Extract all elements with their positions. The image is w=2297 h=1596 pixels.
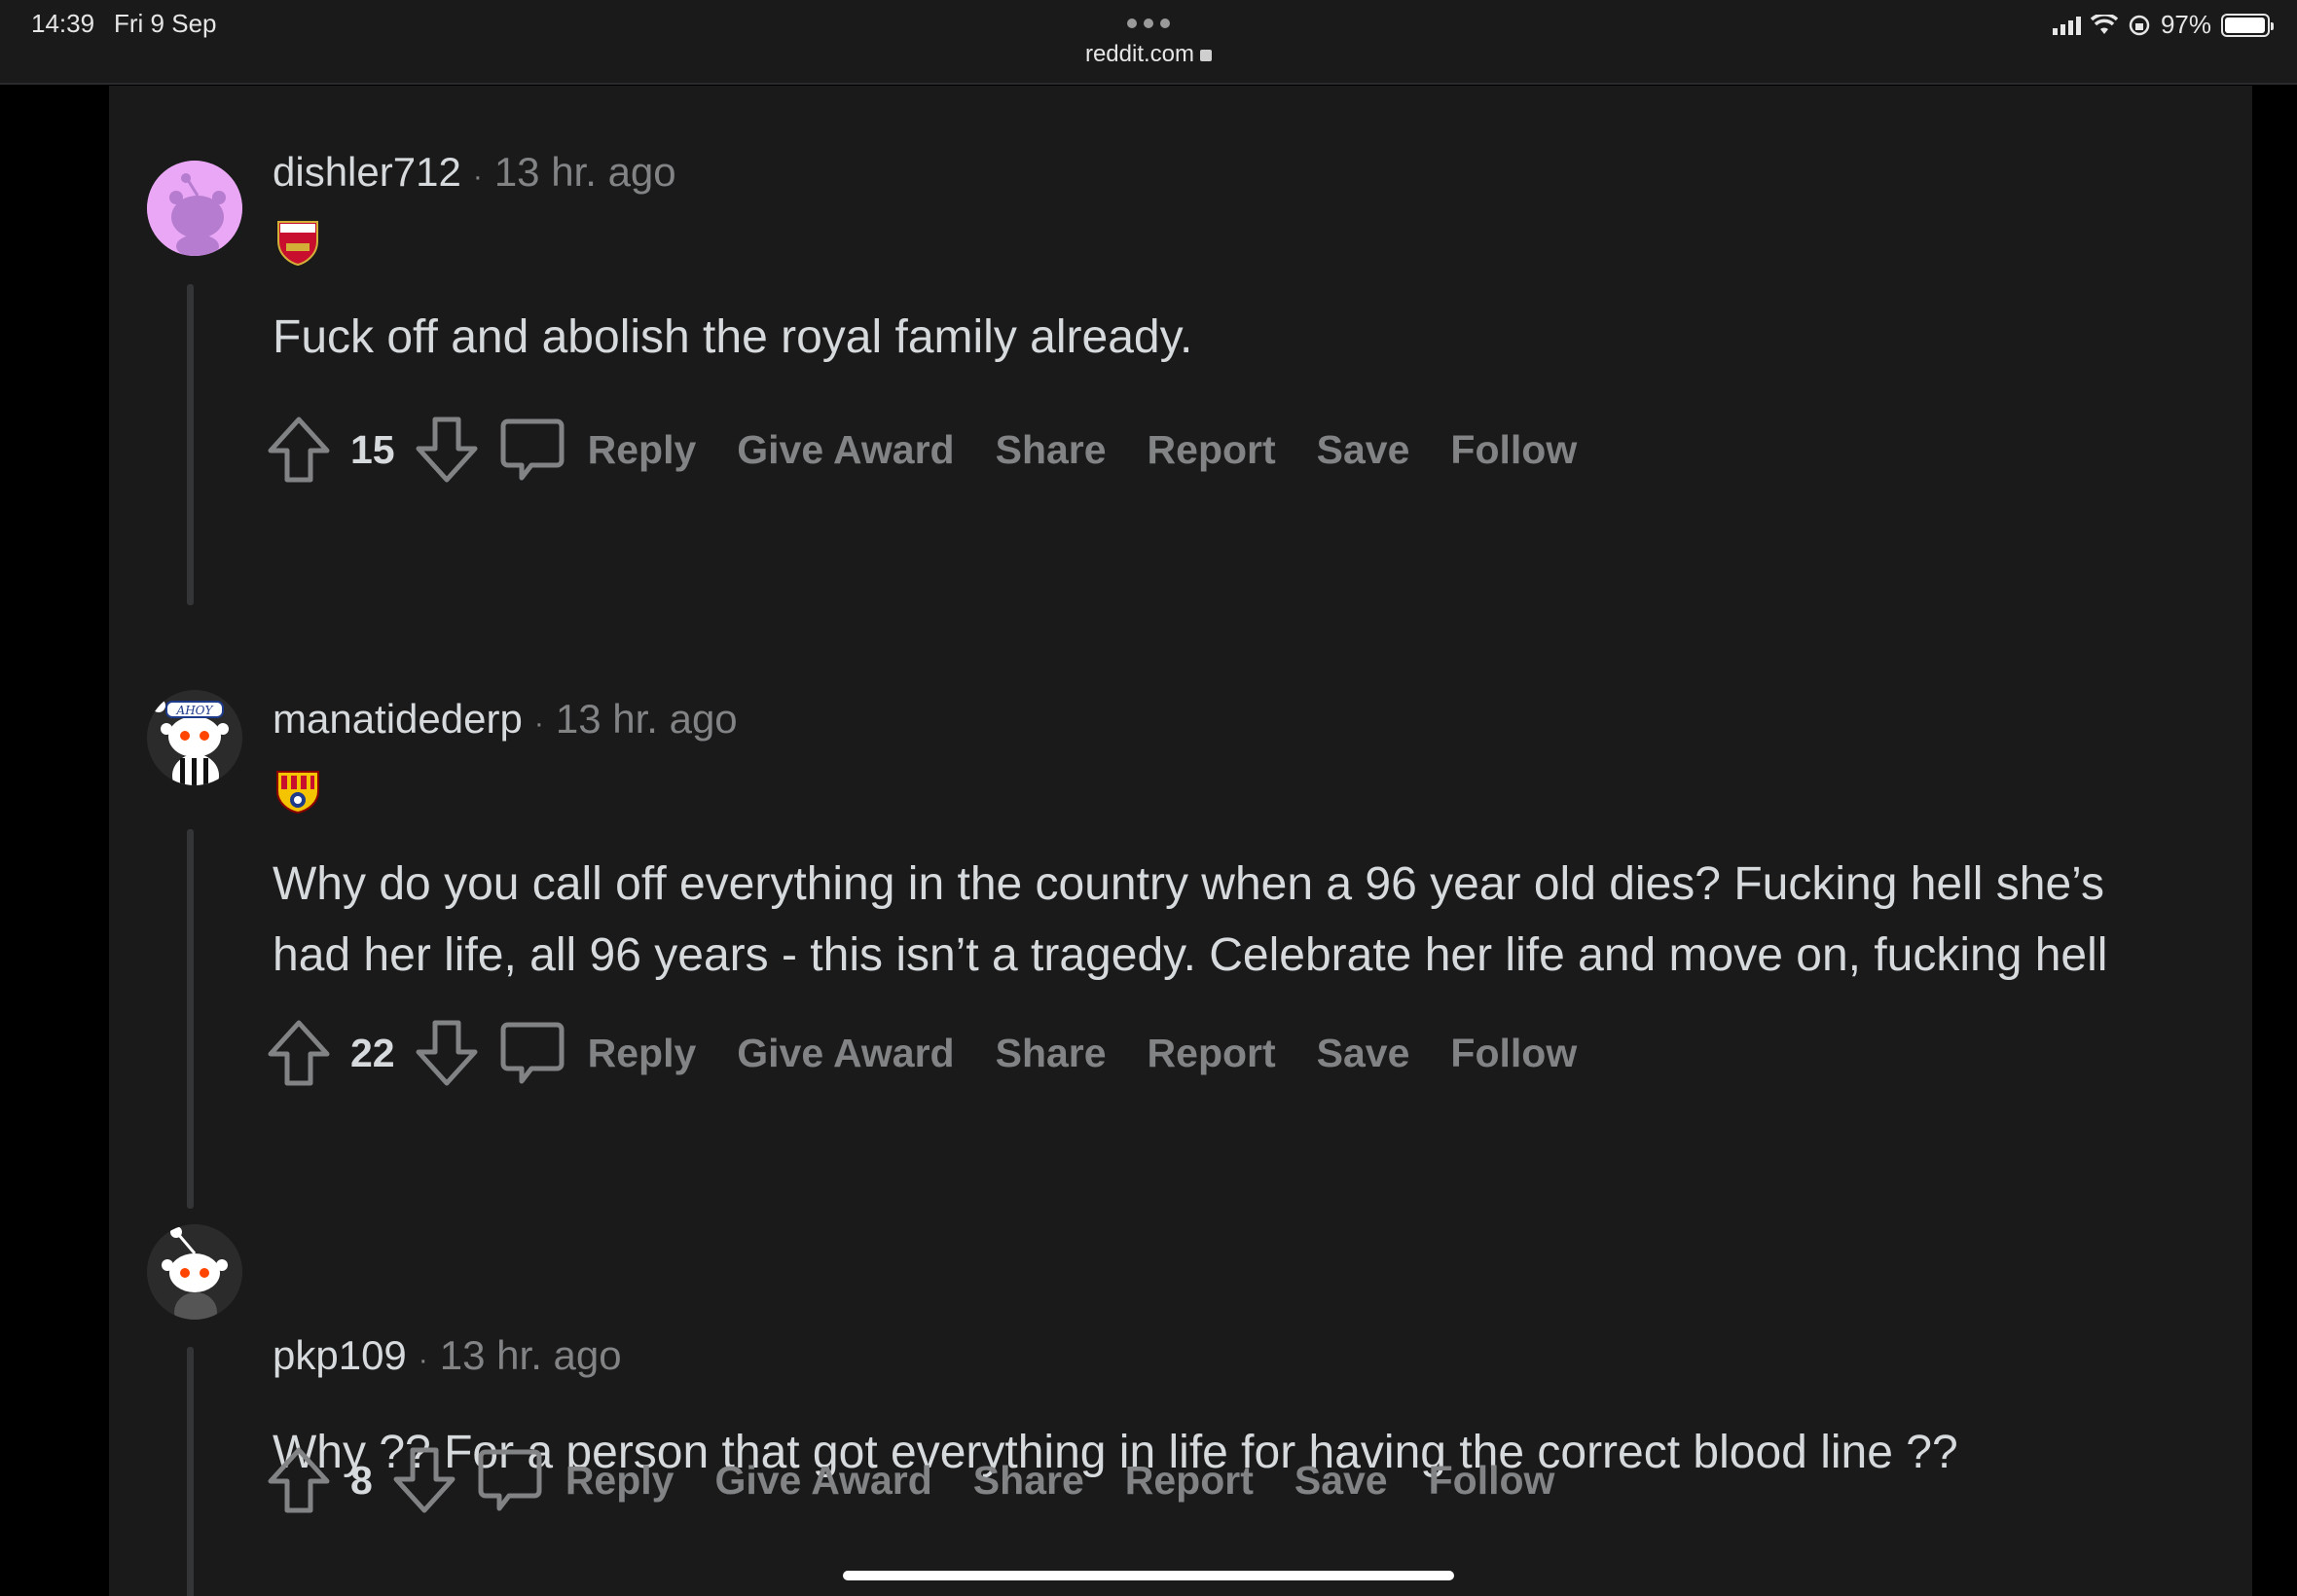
report-button[interactable]: Report [1148,427,1276,473]
cellular-signal-icon [2052,16,2081,35]
upvote-icon[interactable] [267,416,331,484]
comment-actions: 15 Reply Give Award Share Report Save Fo… [267,416,1577,484]
avatar-hat-text: AHOY [176,704,214,717]
separator: · [472,161,483,193]
save-button[interactable]: Save [1317,1031,1410,1076]
comment-header: manatidederp · 13 hr. ago [273,696,738,743]
give-award-button[interactable]: Give Award [737,1031,954,1076]
snoo-avatar-icon[interactable] [147,161,242,256]
comment-bubble-icon[interactable] [500,1019,565,1087]
comments-panel: dishler712 · 13 hr. ago Fuck off and abo… [109,86,2252,1596]
arsenal-badge-icon [273,216,323,267]
lock-icon [1200,50,1213,61]
comment-time[interactable]: 13 hr. ago [494,149,676,196]
barcelona-sc-badge-icon [273,764,323,815]
comment-header: pkp109 · 13 hr. ago [273,1332,622,1379]
separator: · [418,1344,428,1376]
reply-button[interactable]: Reply [588,1031,697,1076]
snoo-avatar-icon[interactable] [147,1224,242,1320]
vote-count: 22 [350,1030,395,1075]
give-award-button[interactable]: Give Award [714,1458,931,1504]
url-text: reddit.com [1084,41,1195,67]
share-button[interactable]: Share [996,1031,1107,1076]
status-bar: 14:39 Fri 9 Sep reddit.com 97% [0,0,2297,85]
upvote-icon[interactable] [267,1019,331,1087]
thread-line[interactable] [187,284,194,605]
status-time: 14:39 [31,9,95,38]
downvote-icon[interactable] [415,416,479,484]
downvote-icon[interactable] [392,1446,456,1514]
save-button[interactable]: Save [1294,1458,1388,1504]
report-button[interactable]: Report [1148,1031,1276,1076]
comment-body: Fuck off and abolish the royal family al… [273,311,1193,363]
comment-body: Why do you call off everything in the co… [273,858,2108,981]
battery-icon [2221,13,2274,37]
share-button[interactable]: Share [996,427,1107,473]
vote-count: 15 [350,426,395,472]
report-button[interactable]: Report [1125,1458,1254,1504]
comment-actions: 8 Reply Give Award Share Report Save Fol… [267,1446,1554,1514]
save-button[interactable]: Save [1317,427,1410,473]
snoo-sailor-avatar-icon[interactable]: AHOY [147,690,242,785]
comment-bubble-icon[interactable] [478,1446,542,1514]
comment-actions: 22 Reply Give Award Share Report Save Fo… [267,1019,1577,1087]
downvote-icon[interactable] [415,1019,479,1087]
separator: · [533,707,544,740]
comment-time[interactable]: 13 hr. ago [556,696,738,743]
more-dots-icon[interactable] [1127,18,1170,28]
url-bar[interactable]: reddit.com [0,41,2297,68]
thread-line[interactable] [187,829,194,1209]
follow-button[interactable]: Follow [1450,1031,1577,1076]
thread-line[interactable] [187,1347,194,1596]
comment-header: dishler712 · 13 hr. ago [273,149,676,196]
share-button[interactable]: Share [973,1458,1084,1504]
comment-bubble-icon[interactable] [500,416,565,484]
give-award-button[interactable]: Give Award [737,427,954,473]
upvote-icon[interactable] [267,1446,331,1514]
author-name[interactable]: manatidederp [273,696,523,743]
wifi-icon [2090,14,2118,34]
home-indicator[interactable] [843,1571,1454,1580]
follow-button[interactable]: Follow [1429,1458,1555,1504]
follow-button[interactable]: Follow [1450,427,1577,473]
vote-count: 8 [350,1457,373,1503]
author-name[interactable]: dishler712 [273,149,461,196]
reply-button[interactable]: Reply [588,427,697,473]
comment-time[interactable]: 13 hr. ago [440,1332,622,1379]
status-indicators: 97% [2052,10,2274,40]
reply-button[interactable]: Reply [565,1458,675,1504]
status-date: Fri 9 Sep [114,9,217,38]
author-name[interactable]: pkp109 [273,1332,407,1379]
orientation-lock-icon [2129,15,2150,35]
battery-percent: 97% [2160,10,2211,39]
